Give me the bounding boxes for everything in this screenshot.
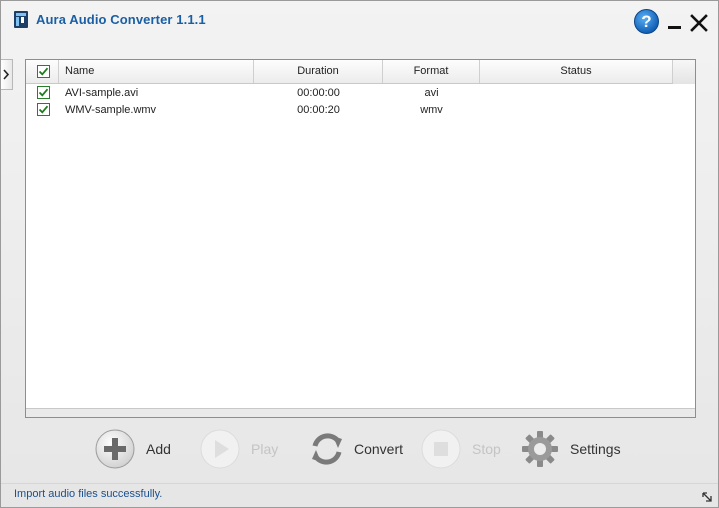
stop-icon — [421, 429, 461, 469]
horizontal-scrollbar[interactable] — [26, 408, 695, 417]
chevron-right-icon — [3, 69, 10, 80]
status-message: Import audio files successfully. — [14, 488, 163, 500]
column-header-status[interactable]: Status — [480, 60, 673, 83]
cell-duration: 00:00:00 — [297, 87, 340, 99]
side-panel-toggle[interactable] — [1, 59, 13, 90]
cell-name: WMV-sample.wmv — [65, 104, 157, 116]
cell-format: wmv — [420, 104, 443, 116]
window-title: Aura Audio Converter 1.1.1 — [36, 12, 206, 27]
cell-status — [480, 85, 673, 102]
toolbar: Add Play Convert Stop Settings — [1, 421, 718, 481]
checkmark-icon — [38, 105, 49, 114]
stop-button[interactable]: Stop — [421, 421, 501, 476]
select-all-header — [26, 60, 59, 83]
minimize-icon — [668, 26, 681, 29]
close-icon — [690, 14, 708, 32]
checkmark-icon — [38, 67, 49, 76]
app-logo-icon — [14, 11, 28, 28]
status-bar: Import audio files successfully. — [1, 483, 718, 507]
add-button[interactable]: Add — [95, 421, 171, 476]
settings-label: Settings — [570, 440, 621, 457]
convert-button[interactable]: Convert — [307, 421, 403, 476]
scrollbar-corner — [673, 60, 695, 84]
settings-button[interactable]: Settings — [520, 421, 621, 476]
help-button[interactable]: ? — [634, 9, 659, 34]
convert-icon — [307, 429, 347, 469]
column-header-duration[interactable]: Duration — [254, 60, 383, 83]
column-header-name[interactable]: Name — [59, 60, 254, 83]
resize-grip-icon[interactable] — [701, 491, 713, 503]
cell-format: avi — [424, 87, 439, 99]
checkmark-icon — [38, 88, 49, 97]
minimize-button[interactable] — [667, 15, 683, 31]
list-header: Name Duration Format Status — [26, 60, 695, 84]
gear-icon — [520, 429, 560, 469]
select-all-checkbox[interactable] — [37, 65, 50, 78]
close-button[interactable] — [690, 14, 708, 32]
column-header-format[interactable]: Format — [383, 60, 480, 83]
cell-status — [480, 102, 673, 119]
play-button[interactable]: Play — [200, 421, 278, 476]
convert-label: Convert — [354, 440, 404, 457]
file-list[interactable]: Name Duration Format Status AVI-sample.a… — [25, 59, 696, 418]
cell-name: AVI-sample.avi — [65, 87, 139, 99]
add-label: Add — [146, 440, 171, 457]
play-label: Play — [251, 440, 279, 457]
row-checkbox[interactable] — [37, 103, 50, 116]
title-bar[interactable]: Aura Audio Converter 1.1.1 ? — [1, 1, 718, 41]
help-icon: ? — [641, 12, 652, 31]
table-row[interactable]: WMV-sample.wmv 00:00:20 wmv — [26, 102, 695, 119]
app-window: Aura Audio Converter 1.1.1 ? Name Durati… — [0, 0, 719, 508]
play-icon — [200, 429, 240, 469]
stop-label: Stop — [472, 440, 501, 457]
table-row[interactable]: AVI-sample.avi 00:00:00 avi — [26, 85, 695, 102]
add-icon — [95, 429, 135, 469]
cell-duration: 00:00:20 — [297, 104, 340, 116]
row-checkbox[interactable] — [37, 86, 50, 99]
